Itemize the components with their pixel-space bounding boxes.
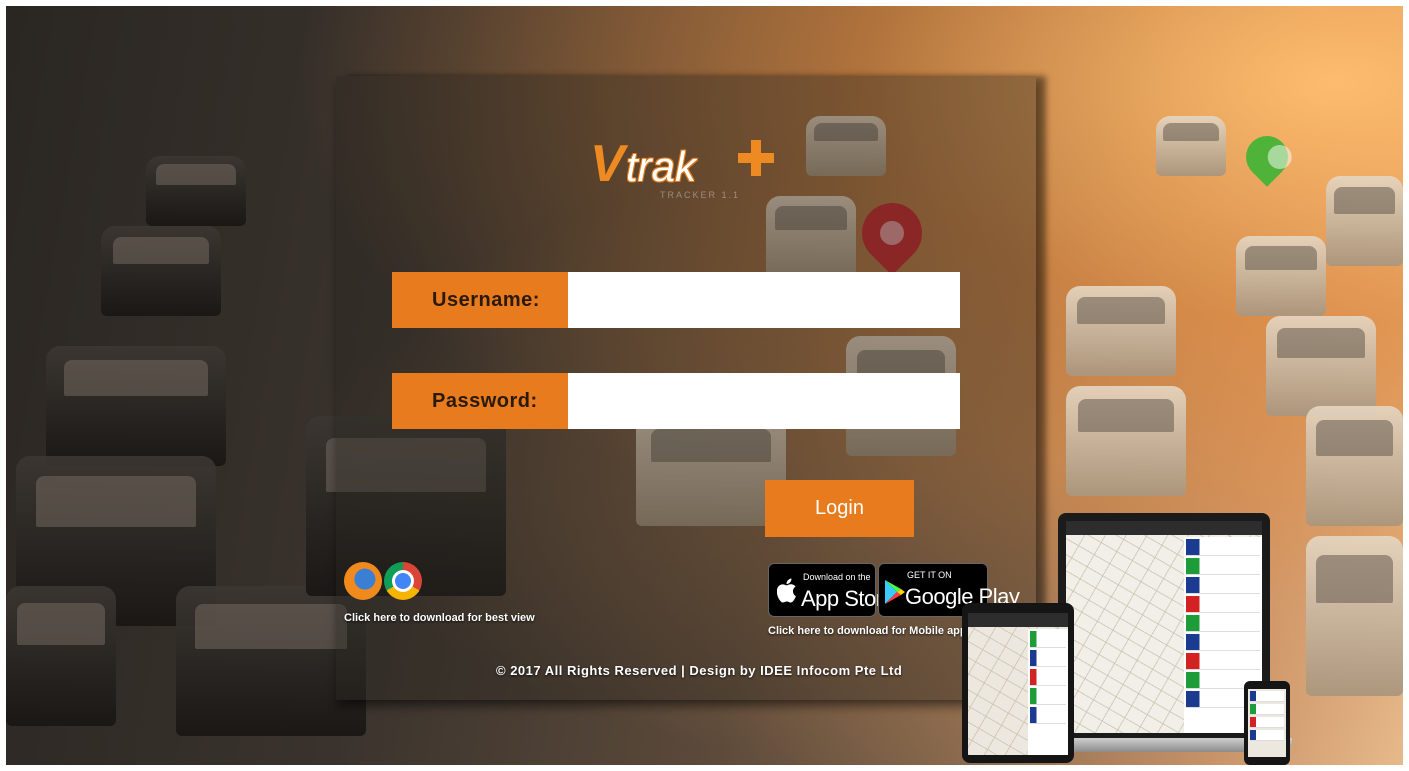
car-decoration — [1306, 406, 1403, 526]
car-decoration — [1156, 116, 1226, 176]
car-decoration — [6, 586, 116, 726]
login-button[interactable]: Login — [765, 480, 914, 537]
footer-copyright: © 2017 All Rights Reserved | Design by I… — [496, 663, 903, 678]
firefox-icon[interactable] — [344, 562, 382, 600]
mobile-apps-link[interactable]: Click here to download for Mobile apps — [768, 625, 973, 637]
password-input[interactable] — [568, 373, 960, 429]
apple-icon — [777, 578, 796, 603]
username-row: Username: — [392, 272, 960, 328]
car-decoration — [1306, 536, 1403, 696]
car-decoration — [1266, 316, 1376, 416]
password-row: Password: — [392, 373, 960, 429]
username-label: Username: — [392, 272, 578, 328]
chrome-icon[interactable] — [384, 562, 422, 600]
tablet-mockup — [962, 603, 1074, 763]
browser-download-link[interactable]: Click here to download for best view — [344, 612, 535, 624]
app-store-button[interactable]: Download on the App Store — [768, 563, 895, 617]
logo-v: V — [590, 135, 625, 193]
google-play-icon — [885, 580, 905, 604]
google-play-small-text: GET IT ON — [907, 570, 952, 580]
car-decoration — [1066, 386, 1186, 496]
logo-trak: trak — [626, 143, 697, 190]
car-decoration — [46, 346, 226, 466]
car-decoration — [1326, 176, 1403, 266]
car-decoration — [1236, 236, 1326, 316]
car-decoration — [146, 156, 246, 226]
car-decoration — [1066, 286, 1176, 376]
laptop-mockup — [1058, 513, 1270, 739]
logo-subtitle: TRACKER 1.1 — [660, 190, 741, 200]
vtrak-logo: V trak TRACKER 1.1 — [590, 134, 780, 200]
password-label: Password: — [392, 373, 578, 429]
app-store-small-text: Download on the — [803, 572, 871, 582]
car-decoration — [101, 226, 221, 316]
phone-mockup — [1244, 681, 1290, 765]
logo-plus-icon — [738, 140, 774, 176]
username-input[interactable] — [568, 272, 960, 328]
